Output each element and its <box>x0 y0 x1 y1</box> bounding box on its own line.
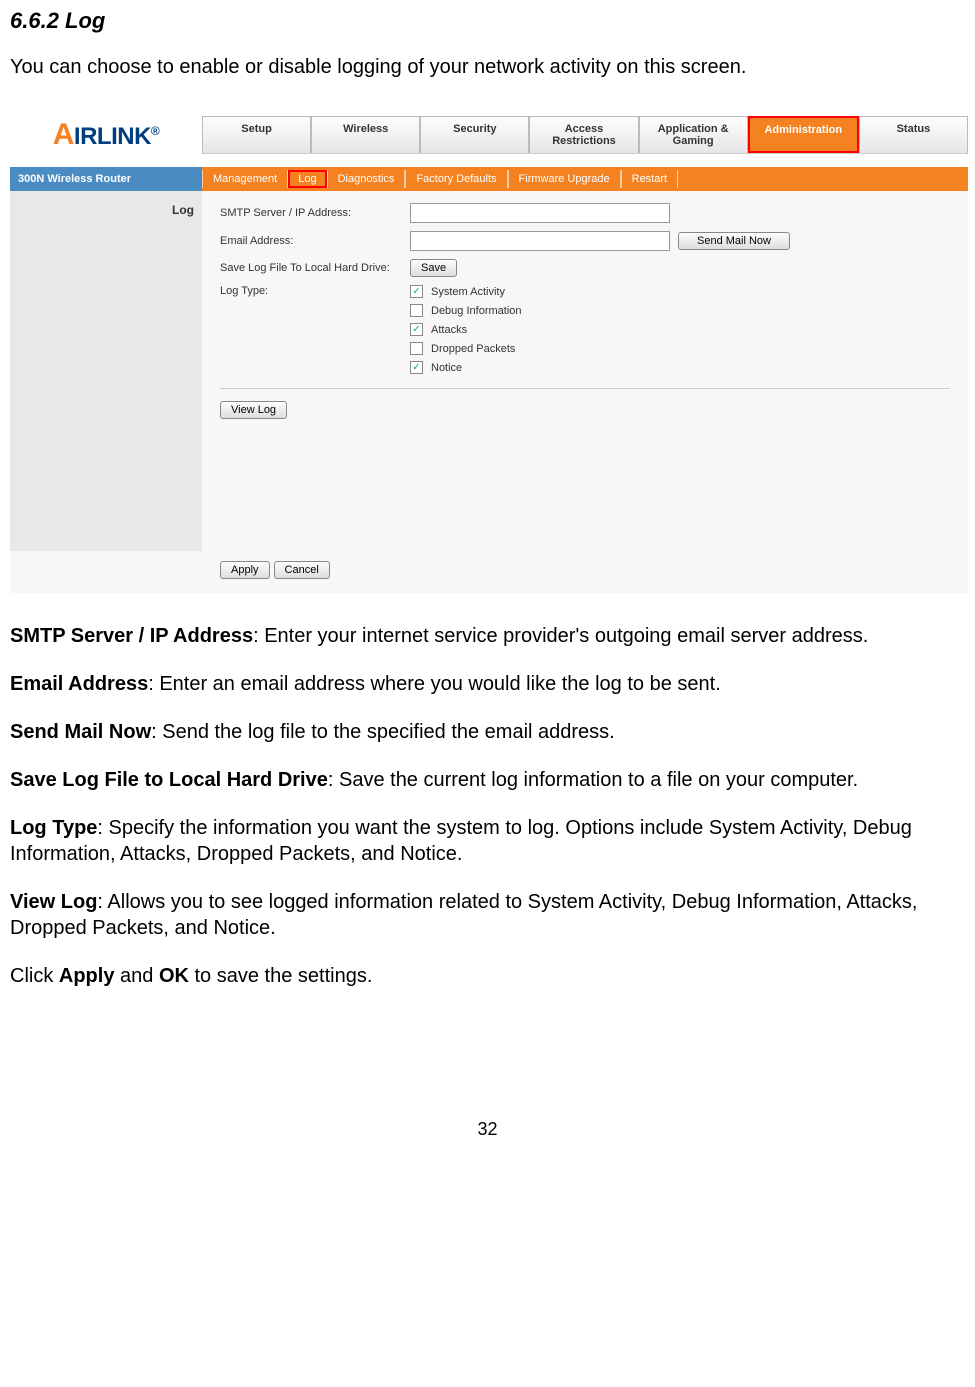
text: : Enter an email address where you would… <box>148 673 721 695</box>
router-screenshot: AIRLINK® Setup Wireless Security Access … <box>10 103 968 593</box>
tab-administration[interactable]: Administration <box>748 116 859 153</box>
opt-label: Debug Information <box>431 305 522 317</box>
opt-attacks: ✓ Attacks <box>410 323 522 336</box>
checkbox-attacks[interactable]: ✓ <box>410 323 423 336</box>
log-type-options: ✓ System Activity Debug Information ✓ At… <box>410 285 522 374</box>
ok-term: OK <box>159 965 189 987</box>
desc-send-now: Send Mail Now: Send the log file to the … <box>10 719 965 745</box>
term: Log Type <box>10 817 97 839</box>
term: Email Address <box>10 673 148 695</box>
opt-label: Dropped Packets <box>431 343 515 355</box>
form-area: SMTP Server / IP Address: Email Address:… <box>202 191 968 551</box>
divider <box>220 388 950 389</box>
opt-dropped-packets: Dropped Packets <box>410 342 522 355</box>
apply-button[interactable]: Apply <box>220 561 270 579</box>
apply-term: Apply <box>59 965 115 987</box>
save-button[interactable]: Save <box>410 259 457 277</box>
desc-save-local: Save Log File to Local Hard Drive: Save … <box>10 767 965 793</box>
term: View Log <box>10 891 97 913</box>
text: : Send the log file to the specified the… <box>151 721 615 743</box>
desc-apply-ok: Click Apply and OK to save the settings. <box>10 963 965 989</box>
intro-text: You can choose to enable or disable logg… <box>10 56 965 79</box>
smtp-input[interactable] <box>410 203 670 223</box>
section-heading: 6.6.2 Log <box>10 8 965 34</box>
subnav-management[interactable]: Management <box>202 170 288 188</box>
text: : Specify the information you want the s… <box>10 817 912 865</box>
smtp-row: SMTP Server / IP Address: <box>220 203 950 223</box>
save-local-label: Save Log File To Local Hard Drive: <box>220 262 410 274</box>
pre: Click <box>10 965 59 987</box>
desc-log-type: Log Type: Specify the information you wa… <box>10 815 965 867</box>
subnav-firmware-upgrade[interactable]: Firmware Upgrade <box>508 170 621 188</box>
sub-nav-items: Management Log Diagnostics Factory Defau… <box>202 170 968 188</box>
view-log-button[interactable]: View Log <box>220 401 287 419</box>
log-type-label: Log Type: <box>220 285 410 297</box>
email-label: Email Address: <box>220 235 410 247</box>
desc-view-log: View Log: Allows you to see logged infor… <box>10 889 965 941</box>
smtp-label: SMTP Server / IP Address: <box>220 207 410 219</box>
checkbox-dropped-packets[interactable] <box>410 342 423 355</box>
page-number: 32 <box>10 1119 965 1140</box>
tab-setup[interactable]: Setup <box>202 116 311 153</box>
email-input[interactable] <box>410 231 670 251</box>
sidebar-label: Log <box>10 191 202 551</box>
opt-debug-information: Debug Information <box>410 304 522 317</box>
logo-area: AIRLINK® <box>10 103 202 167</box>
checkbox-notice[interactable]: ✓ <box>410 361 423 374</box>
main-tabs: Setup Wireless Security Access Restricti… <box>202 116 968 154</box>
cancel-button[interactable]: Cancel <box>274 561 330 579</box>
mid: and <box>114 965 158 987</box>
checkbox-system-activity[interactable]: ✓ <box>410 285 423 298</box>
header-row: AIRLINK® Setup Wireless Security Access … <box>10 103 968 167</box>
send-mail-now-button[interactable]: Send Mail Now <box>678 232 790 250</box>
desc-email: Email Address: Enter an email address wh… <box>10 671 965 697</box>
text: : Save the current log information to a … <box>328 769 858 791</box>
term: SMTP Server / IP Address <box>10 625 253 647</box>
tab-security[interactable]: Security <box>420 116 529 153</box>
content-area: Log SMTP Server / IP Address: Email Addr… <box>10 191 968 551</box>
device-name: 300N Wireless Router <box>10 167 202 191</box>
subnav-log[interactable]: Log <box>288 170 326 188</box>
checkbox-debug-information[interactable] <box>410 304 423 317</box>
post: to save the settings. <box>189 965 372 987</box>
opt-system-activity: ✓ System Activity <box>410 285 522 298</box>
email-row: Email Address: Send Mail Now <box>220 231 950 251</box>
term: Send Mail Now <box>10 721 151 743</box>
save-local-row: Save Log File To Local Hard Drive: Save <box>220 259 950 277</box>
desc-smtp: SMTP Server / IP Address: Enter your int… <box>10 623 965 649</box>
tab-access-restrictions[interactable]: Access Restrictions <box>529 116 638 153</box>
tab-wireless[interactable]: Wireless <box>311 116 420 153</box>
airlink-logo: AIRLINK® <box>53 118 160 152</box>
tab-application-gaming[interactable]: Application & Gaming <box>639 116 748 153</box>
log-type-row: Log Type: ✓ System Activity Debug Inform… <box>220 285 950 374</box>
action-bar: Apply Cancel <box>10 551 968 593</box>
opt-label: System Activity <box>431 286 505 298</box>
text: : Enter your internet service provider's… <box>253 625 868 647</box>
opt-label: Notice <box>431 362 462 374</box>
opt-label: Attacks <box>431 324 467 336</box>
sub-nav: 300N Wireless Router Management Log Diag… <box>10 167 968 191</box>
tab-status[interactable]: Status <box>859 116 968 153</box>
subnav-restart[interactable]: Restart <box>621 170 678 188</box>
subnav-diagnostics[interactable]: Diagnostics <box>327 170 406 188</box>
subnav-factory-defaults[interactable]: Factory Defaults <box>405 170 507 188</box>
term: Save Log File to Local Hard Drive <box>10 769 328 791</box>
opt-notice: ✓ Notice <box>410 361 522 374</box>
text: : Allows you to see logged information r… <box>10 891 917 939</box>
